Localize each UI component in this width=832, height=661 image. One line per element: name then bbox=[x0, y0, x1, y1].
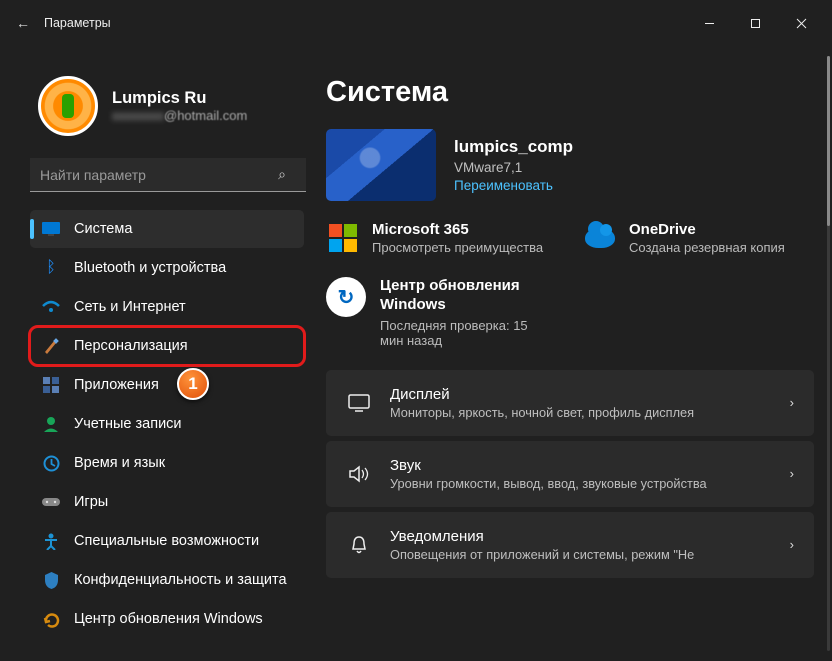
main-content: Система lumpics_comp VMware7,1 Переимено… bbox=[312, 46, 832, 661]
sidebar-item-system[interactable]: Система bbox=[30, 210, 304, 248]
sidebar-item-label: Время и язык bbox=[74, 455, 165, 471]
titlebar: ← Параметры bbox=[0, 0, 832, 46]
profile-name: Lumpics Ru bbox=[112, 89, 247, 108]
setting-sub: Оповещения от приложений и системы, режи… bbox=[390, 547, 772, 562]
chevron-right-icon: › bbox=[790, 466, 794, 481]
profile-email: xxxxxxxx@hotmail.com bbox=[112, 108, 247, 123]
sidebar-item-time-language[interactable]: Время и язык bbox=[30, 444, 304, 482]
sidebar-item-accounts[interactable]: Учетные записи bbox=[30, 405, 304, 443]
promo-sub: Создана резервная копия bbox=[629, 240, 785, 255]
setting-title: Уведомления bbox=[390, 528, 772, 545]
scrollbar[interactable] bbox=[827, 56, 830, 651]
globe-clock-icon bbox=[42, 454, 60, 472]
microsoft-logo-icon bbox=[326, 221, 360, 255]
accessibility-icon bbox=[42, 532, 60, 550]
update-icon bbox=[42, 610, 60, 628]
step-badge: 1 bbox=[177, 368, 209, 400]
setting-title: Звук bbox=[390, 457, 772, 474]
promo-title: OneDrive bbox=[629, 221, 785, 238]
shield-icon bbox=[42, 571, 60, 589]
promo-onedrive[interactable]: OneDrive Создана резервная копия bbox=[583, 221, 818, 255]
bluetooth-icon: ᛒ bbox=[42, 259, 60, 277]
sidebar-item-privacy[interactable]: Конфиденциальность и защита bbox=[30, 561, 304, 599]
avatar bbox=[38, 76, 98, 136]
back-button[interactable]: ← bbox=[8, 15, 38, 31]
update-title: Центр обновления Windows bbox=[380, 277, 550, 315]
display-icon bbox=[42, 220, 60, 238]
sidebar-item-bluetooth[interactable]: ᛒ Bluetooth и устройства bbox=[30, 249, 304, 287]
person-icon bbox=[42, 415, 60, 433]
profile-block[interactable]: Lumpics Ru xxxxxxxx@hotmail.com bbox=[30, 46, 304, 154]
speaker-icon bbox=[346, 465, 372, 483]
refresh-icon: ↻ bbox=[326, 277, 366, 317]
promo-sub: Просмотреть преимущества bbox=[372, 240, 543, 255]
sidebar-item-windows-update[interactable]: Центр обновления Windows bbox=[30, 600, 304, 638]
setting-sound[interactable]: Звук Уровни громкости, вывод, ввод, звуко… bbox=[326, 441, 814, 507]
sidebar-item-label: Игры bbox=[74, 494, 108, 510]
chevron-right-icon: › bbox=[790, 395, 794, 410]
sidebar-item-label: Приложения bbox=[74, 377, 159, 393]
sidebar-item-label: Сеть и Интернет bbox=[74, 299, 186, 315]
sidebar-item-label: Учетные записи bbox=[74, 416, 182, 432]
device-hero: lumpics_comp VMware7,1 Переименовать bbox=[326, 129, 818, 201]
desktop-thumbnail bbox=[326, 129, 436, 201]
sidebar-item-network[interactable]: Сеть и Интернет bbox=[30, 288, 304, 326]
monitor-icon bbox=[346, 394, 372, 412]
rename-link[interactable]: Переименовать bbox=[454, 178, 573, 193]
setting-sub: Уровни громкости, вывод, ввод, звуковые … bbox=[390, 476, 772, 491]
sidebar-item-label: Центр обновления Windows bbox=[74, 611, 263, 627]
windows-update-block[interactable]: ↻ Центр обновления Windows Последняя про… bbox=[326, 277, 818, 348]
sidebar-item-gaming[interactable]: Игры bbox=[30, 483, 304, 521]
apps-icon bbox=[42, 376, 60, 394]
sidebar-item-label: Конфиденциальность и защита bbox=[74, 572, 287, 588]
close-button[interactable] bbox=[778, 3, 824, 43]
wifi-icon bbox=[42, 298, 60, 316]
setting-sub: Мониторы, яркость, ночной свет, профиль … bbox=[390, 405, 772, 420]
setting-notifications[interactable]: Уведомления Оповещения от приложений и си… bbox=[326, 512, 814, 578]
brush-icon bbox=[42, 337, 60, 355]
sidebar-item-apps[interactable]: Приложения bbox=[30, 366, 304, 404]
sidebar-item-personalization[interactable]: Персонализация bbox=[30, 327, 304, 365]
promo-title: Microsoft 365 bbox=[372, 221, 543, 238]
sidebar-item-label: Bluetooth и устройства bbox=[74, 260, 226, 276]
chevron-right-icon: › bbox=[790, 537, 794, 552]
sidebar-item-accessibility[interactable]: Специальные возможности bbox=[30, 522, 304, 560]
bell-icon bbox=[346, 535, 372, 555]
update-sub: Последняя проверка: 15 мин назад bbox=[380, 318, 550, 348]
page-title: Система bbox=[326, 76, 818, 109]
search-input[interactable] bbox=[30, 158, 306, 192]
pc-name: lumpics_comp bbox=[454, 137, 573, 157]
pc-model: VMware7,1 bbox=[454, 160, 573, 175]
search-icon: ⌕ bbox=[278, 166, 286, 183]
sidebar: Lumpics Ru xxxxxxxx@hotmail.com ⌕ Систем… bbox=[0, 46, 312, 661]
sidebar-item-label: Персонализация bbox=[74, 338, 188, 354]
setting-title: Дисплей bbox=[390, 386, 772, 403]
window-title: Параметры bbox=[44, 16, 111, 30]
onedrive-cloud-icon bbox=[583, 221, 617, 255]
minimize-button[interactable] bbox=[686, 3, 732, 43]
gamepad-icon bbox=[42, 493, 60, 511]
promo-microsoft-365[interactable]: Microsoft 365 Просмотреть преимущества bbox=[326, 221, 561, 255]
sidebar-item-label: Система bbox=[74, 221, 132, 237]
setting-display[interactable]: Дисплей Мониторы, яркость, ночной свет, п… bbox=[326, 370, 814, 436]
maximize-button[interactable] bbox=[732, 3, 778, 43]
sidebar-item-label: Специальные возможности bbox=[74, 533, 259, 549]
